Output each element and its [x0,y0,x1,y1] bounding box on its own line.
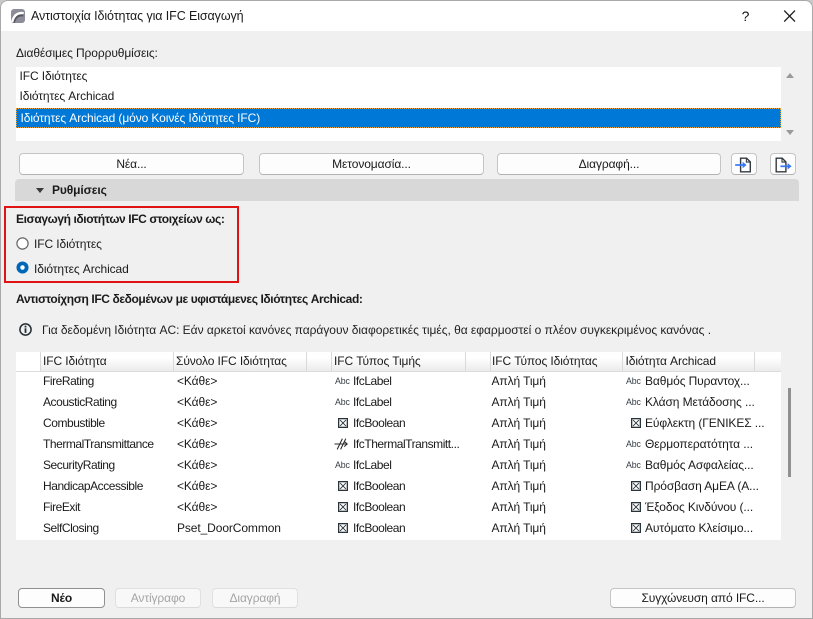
svg-text:Abc: Abc [335,460,350,470]
svg-text:Abc: Abc [626,460,641,470]
svg-text:Abc: Abc [335,397,350,407]
svg-text:Abc: Abc [626,376,641,386]
svg-text:Abc: Abc [626,397,641,407]
svg-text:Abc: Abc [335,376,350,386]
svg-text:Abc: Abc [626,439,641,449]
